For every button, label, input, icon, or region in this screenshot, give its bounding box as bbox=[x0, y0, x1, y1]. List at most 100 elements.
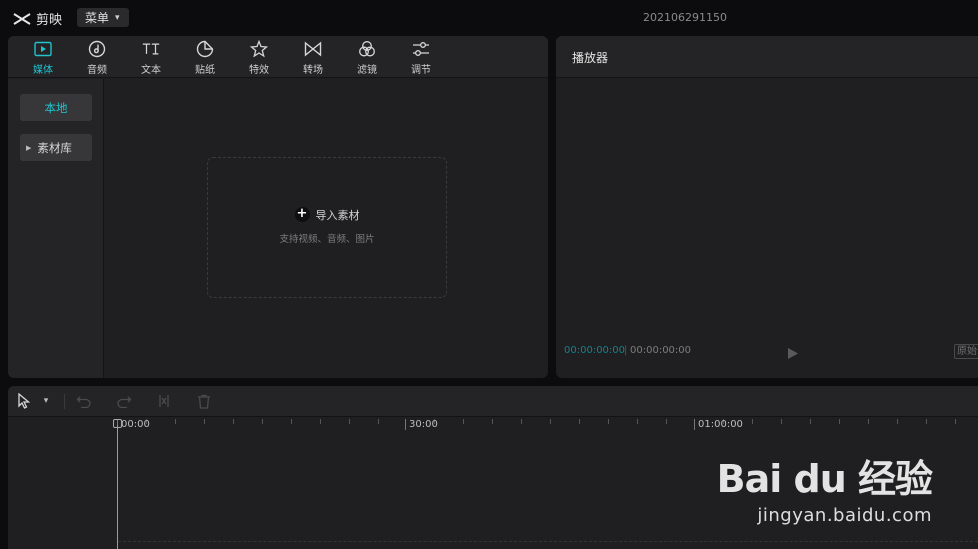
play-button[interactable] bbox=[787, 345, 799, 359]
tab-audio[interactable]: 音频 bbox=[70, 36, 124, 78]
ruler-tick bbox=[175, 419, 176, 424]
plus-icon: + bbox=[294, 207, 310, 222]
title-bar: 剪映 菜单 ▾ 202106291150 bbox=[0, 0, 978, 34]
play-icon bbox=[788, 348, 798, 359]
ruler-tick bbox=[550, 419, 551, 424]
ruler-tick bbox=[810, 419, 811, 424]
undo-icon bbox=[76, 396, 91, 408]
baidu-jingyan-watermark: Bai du 经验 jingyan.baidu.com bbox=[716, 448, 933, 526]
split-icon bbox=[159, 395, 169, 407]
ruler-tick bbox=[926, 419, 927, 424]
tab-transition-label: 转场 bbox=[303, 65, 323, 76]
aspect-ratio-button[interactable]: 原始 bbox=[954, 344, 978, 359]
tab-filter-label: 滤镜 bbox=[357, 65, 377, 76]
timeline-ruler[interactable]: 00:00 30:00 01:00:00 bbox=[8, 417, 978, 439]
import-hint: 支持视频、音频、图片 bbox=[279, 233, 375, 245]
caret-right-icon: ▶ bbox=[26, 143, 32, 152]
app-name: 剪映 bbox=[36, 13, 63, 28]
sidebar-item-library-label: 素材库 bbox=[37, 140, 72, 155]
select-mode-dropdown[interactable]: ▾ bbox=[38, 393, 54, 409]
cursor-arrow-icon bbox=[18, 393, 31, 409]
player-title: 播放器 bbox=[572, 51, 609, 65]
ruler-tick bbox=[349, 419, 350, 424]
sidebar-item-local[interactable]: 本地 bbox=[20, 94, 92, 121]
ruler-tick bbox=[320, 419, 321, 424]
tab-text[interactable]: 文本 bbox=[124, 36, 178, 78]
tab-text-label: 文本 bbox=[141, 65, 161, 76]
filter-circles-icon bbox=[358, 40, 376, 58]
ruler-tick bbox=[897, 419, 898, 424]
tab-filter[interactable]: 滤镜 bbox=[340, 36, 394, 78]
ruler-tick bbox=[204, 419, 205, 424]
adjust-sliders-icon bbox=[412, 40, 430, 58]
effects-star-icon bbox=[250, 40, 268, 58]
ruler-tick bbox=[378, 419, 379, 424]
ruler-tick bbox=[955, 419, 956, 424]
time-separator: | bbox=[624, 345, 628, 356]
ruler-tick bbox=[637, 419, 638, 424]
toolbar-divider bbox=[64, 394, 65, 409]
watermark-url: jingyan.baidu.com bbox=[757, 505, 932, 526]
text-ti-icon bbox=[142, 40, 160, 58]
capcut-logo-icon bbox=[13, 12, 31, 25]
tab-sticker-label: 贴纸 bbox=[195, 65, 215, 76]
delete-button[interactable] bbox=[196, 393, 212, 409]
redo-icon bbox=[117, 396, 132, 408]
sidebar-item-local-label: 本地 bbox=[44, 100, 68, 115]
aspect-ratio-label: 原始 bbox=[957, 346, 977, 357]
sidebar-item-library[interactable]: ▶ 素材库 bbox=[20, 134, 92, 161]
ruler-tick bbox=[781, 419, 782, 424]
select-tool-button[interactable] bbox=[16, 393, 32, 409]
capcut-window: 剪映 菜单 ▾ 202106291150 媒体 音频 文本 贴纸 特效 转场 滤… bbox=[0, 0, 978, 549]
ruler-tick bbox=[839, 419, 840, 424]
import-dropzone[interactable]: + 导入素材 支持视频、音频、图片 bbox=[207, 157, 447, 298]
import-button[interactable]: + 导入素材 bbox=[294, 207, 360, 223]
ruler-tick bbox=[405, 419, 406, 430]
ruler-tick bbox=[291, 419, 292, 424]
chevron-down-icon: ▾ bbox=[115, 12, 120, 23]
tab-adjust-label: 调节 bbox=[411, 65, 431, 76]
ruler-tick bbox=[233, 419, 234, 424]
timeline-toolbar: ▾ bbox=[8, 386, 978, 417]
ruler-label: 01:00:00 bbox=[698, 419, 743, 430]
ruler-tick bbox=[868, 419, 869, 424]
media-tabs: 媒体 音频 文本 贴纸 特效 转场 滤镜 调节 bbox=[8, 36, 548, 78]
ruler-tick bbox=[694, 419, 695, 430]
watermark-brand: Bai du 经验 bbox=[716, 457, 933, 501]
ruler-tick bbox=[262, 419, 263, 424]
ruler-tick bbox=[666, 419, 667, 424]
tab-transition[interactable]: 转场 bbox=[286, 36, 340, 78]
media-sidebar: 本地 ▶ 素材库 bbox=[8, 79, 104, 378]
transition-bowtie-icon bbox=[304, 40, 322, 58]
tab-adjust[interactable]: 调节 bbox=[394, 36, 448, 78]
redo-button[interactable] bbox=[116, 393, 132, 409]
menu-button[interactable]: 菜单 ▾ bbox=[77, 8, 129, 27]
ruler-tick bbox=[492, 419, 493, 424]
ruler-tick bbox=[608, 419, 609, 424]
track-guide bbox=[118, 541, 978, 542]
total-time: 00:00:00:00 bbox=[630, 345, 692, 356]
chevron-down-icon: ▾ bbox=[43, 396, 49, 406]
sticker-icon bbox=[196, 40, 214, 58]
app-logo: 剪映 bbox=[12, 9, 62, 28]
tab-audio-label: 音频 bbox=[87, 65, 107, 76]
menu-label: 菜单 bbox=[85, 11, 110, 25]
tab-media[interactable]: 媒体 bbox=[16, 36, 70, 78]
media-panel: 媒体 音频 文本 贴纸 特效 转场 滤镜 调节 本地 ▶ 素材库 + 导入素材 … bbox=[8, 36, 548, 378]
ruler-label: 00:00 bbox=[121, 419, 150, 430]
media-play-icon bbox=[34, 40, 52, 58]
import-label: 导入素材 bbox=[315, 208, 360, 222]
ruler-tick bbox=[752, 419, 753, 424]
undo-button[interactable] bbox=[76, 393, 92, 409]
ruler-tick bbox=[579, 419, 580, 424]
tab-effects[interactable]: 特效 bbox=[232, 36, 286, 78]
player-header: 播放器 bbox=[556, 36, 978, 78]
playhead[interactable] bbox=[113, 419, 122, 549]
tab-sticker[interactable]: 贴纸 bbox=[178, 36, 232, 78]
tab-media-label: 媒体 bbox=[33, 65, 53, 76]
player-panel: 播放器 00:00:00:00 | 00:00:00:00 原始 bbox=[556, 36, 978, 378]
baidu-logo: Bai du 经验 bbox=[716, 448, 933, 503]
playhead-line bbox=[117, 425, 118, 549]
split-button[interactable] bbox=[156, 393, 172, 409]
ruler-label: 30:00 bbox=[409, 419, 438, 430]
